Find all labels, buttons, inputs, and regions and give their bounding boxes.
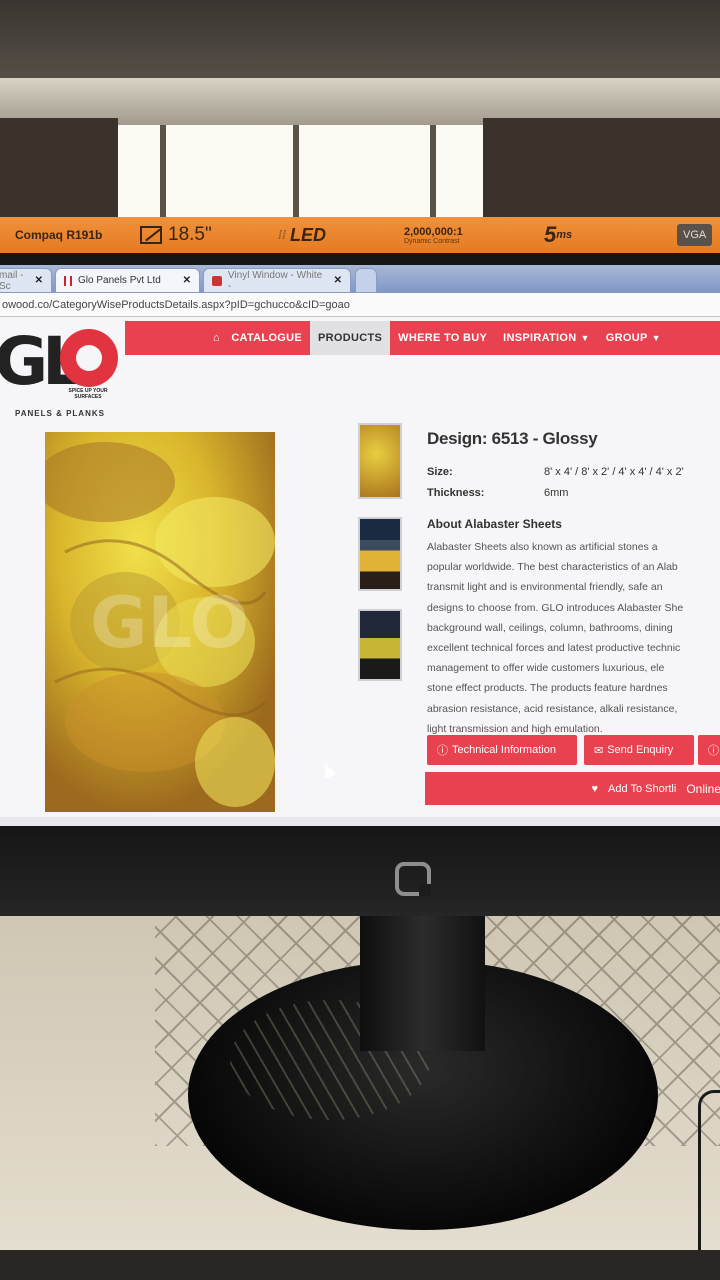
nav-group[interactable]: GROUP ▼ (598, 321, 669, 355)
monitor-spec-label: Compaq R191b 18.5" ⁞⁞ LED 2,000,000:1 Dy… (0, 217, 720, 253)
tab-label: mail - Sc (0, 269, 24, 292)
main-navigation: ⌂ CATALOGUE PRODUCTS WHERE TO BUY INSPIR… (125, 321, 720, 355)
envelope-icon: ✉ (594, 744, 604, 757)
diagonal-arrow-icon (140, 226, 162, 244)
product-details: Design: 6513 - Glossy Size: 8' x 4' / 8'… (427, 429, 720, 735)
info-icon: ⓘ (708, 745, 719, 757)
monitor-stand-neck (360, 916, 485, 1051)
technical-information-button[interactable]: ⓘ Technical Information (427, 735, 577, 765)
nav-label: INSPIRATION (503, 332, 577, 344)
button-label: Send Enquiry (607, 744, 674, 756)
about-line: popular worldwide. The best characterist… (427, 561, 678, 574)
monitor-bezel-top (0, 253, 720, 265)
window-frame-bar (430, 125, 436, 220)
about-line: excellent technical forces and latest pr… (427, 642, 681, 655)
response-time: 5 ms (544, 217, 572, 253)
logo-tagline: SPICE UP YOUR SURFACES (68, 388, 108, 400)
product-thumbnail[interactable] (358, 609, 402, 681)
nav-where-to-buy[interactable]: WHERE TO BUY (390, 321, 495, 355)
screen-size-value: 18.5" (168, 224, 212, 245)
about-line: stone effect products. The products feat… (427, 682, 668, 695)
glo-favicon-icon (64, 275, 72, 286)
design-title: Design: 6513 - Glossy (427, 429, 598, 448)
address-bar[interactable]: owood.co/CategoryWiseProductsDetails.asp… (0, 293, 720, 317)
monitor-screen: mail - Sc ✕ Glo Panels Pvt Ltd ✕ Vinyl W… (0, 265, 720, 840)
nav-label: CATALOGUE (231, 332, 303, 344)
close-icon[interactable]: ✕ (334, 275, 342, 286)
new-tab-button[interactable] (355, 268, 377, 293)
monitor-bezel-bottom (0, 826, 720, 916)
contrast-value: 2,000,000:1 (404, 225, 463, 238)
about-description: Alabaster Sheets also known as artificia… (427, 537, 720, 739)
size-value: 8' x 4' / 8' x 2' / 4' x 4' / 4' x 2' (544, 466, 684, 478)
glo-website: GL SPICE UP YOUR SURFACES PANELS & PLANK… (0, 317, 720, 817)
tab-glo-panels[interactable]: Glo Panels Pvt Ltd ✕ (55, 268, 200, 293)
thickness-value: 6mm (544, 487, 569, 499)
compaq-logo-icon (395, 862, 431, 896)
window-frame-bar (160, 125, 166, 220)
panel-type: ⁞⁞ LED (278, 217, 326, 253)
vga-badge: VGA (677, 224, 713, 246)
close-icon[interactable]: ✕ (35, 275, 43, 286)
response-time-value: 5 (544, 222, 557, 247)
bright-window (118, 125, 483, 220)
about-line: transmit light and is environmental frie… (427, 581, 663, 594)
cable (698, 1090, 720, 1250)
about-line: abrasion resistance, acid resistance, al… (427, 702, 678, 715)
heart-icon: ♥ (591, 782, 599, 795)
contrast-spec: 2,000,000:1 Dynamic Contrast (404, 217, 463, 253)
button-label: Technical Information (452, 744, 556, 756)
add-to-shortlist-button[interactable]: ♥ Add To Shortli Online (425, 772, 720, 805)
led-dots-icon: ⁞⁞ (278, 228, 286, 242)
about-line: designs to choose from. GLO introduces A… (427, 601, 684, 614)
tab-label: Glo Panels Pvt Ltd (78, 275, 161, 286)
button-label: Add To Shortli (608, 782, 677, 795)
monitor-model: Compaq R191b (15, 228, 103, 242)
about-line: background wall, ceilings, column, bathr… (427, 621, 673, 634)
thickness-label: Thickness: (427, 487, 485, 499)
svg-text:GLO: GLO (90, 582, 249, 664)
nav-catalogue[interactable]: ⌂ CATALOGUE (125, 321, 310, 355)
desk-edge (0, 1250, 720, 1280)
product-main-image[interactable]: GLO (45, 432, 275, 812)
caret-down-icon: ▼ (651, 333, 661, 343)
info-icon: ⓘ (437, 745, 448, 757)
room-shadow-left (0, 118, 118, 228)
online-chat-label[interactable]: Online (686, 782, 720, 796)
size-label: Size: (427, 466, 453, 478)
logo-subtitle: PANELS & PLANKS (15, 409, 105, 418)
product-thumbnail[interactable] (358, 423, 402, 499)
browser-tab-bar: mail - Sc ✕ Glo Panels Pvt Ltd ✕ Vinyl W… (0, 265, 720, 293)
product-thumbnail[interactable] (358, 517, 402, 591)
about-line: Alabaster Sheets also known as artificia… (427, 541, 658, 553)
glo-logo[interactable]: GL SPICE UP YOUR SURFACES PANELS & PLANK… (0, 323, 122, 421)
nav-label: GROUP (605, 332, 648, 344)
response-time-unit: ms (556, 229, 573, 241)
close-icon[interactable]: ✕ (183, 275, 191, 286)
room-shadow-right (483, 118, 720, 228)
caret-down-icon: ▼ (580, 333, 590, 343)
nav-label: PRODUCTS (318, 332, 383, 344)
send-enquiry-button[interactable]: ✉ Send Enquiry (584, 735, 694, 765)
site-favicon-icon (212, 275, 222, 286)
nav-inspiration[interactable]: INSPIRATION ▼ (495, 321, 598, 355)
panel-type-value: LED (290, 224, 326, 245)
url-text: owood.co/CategoryWiseProductsDetails.asp… (2, 298, 350, 311)
nav-label: WHERE TO BUY (398, 332, 488, 344)
photo-of-monitor: Compaq R191b 18.5" ⁞⁞ LED 2,000,000:1 Dy… (0, 0, 720, 1280)
more-info-button[interactable]: ⓘ (698, 735, 720, 765)
about-line: management to offer wide customers luxur… (427, 662, 665, 675)
contrast-caption: Dynamic Contrast (404, 237, 460, 245)
tab-vinyl-window[interactable]: Vinyl Window - White - ✕ (203, 268, 351, 293)
tab-mail[interactable]: mail - Sc ✕ (0, 268, 52, 293)
tab-label: Vinyl Window - White - (227, 269, 323, 292)
nav-products[interactable]: PRODUCTS (310, 321, 391, 355)
window-frame-bar (293, 125, 299, 220)
logo-red-o (60, 329, 118, 387)
screen-size: 18.5" (140, 217, 212, 253)
home-icon: ⌂ (213, 332, 220, 344)
about-heading: About Alabaster Sheets (427, 517, 562, 531)
mouse-pointer-icon (319, 761, 337, 779)
alabaster-texture: GLO (45, 432, 275, 812)
